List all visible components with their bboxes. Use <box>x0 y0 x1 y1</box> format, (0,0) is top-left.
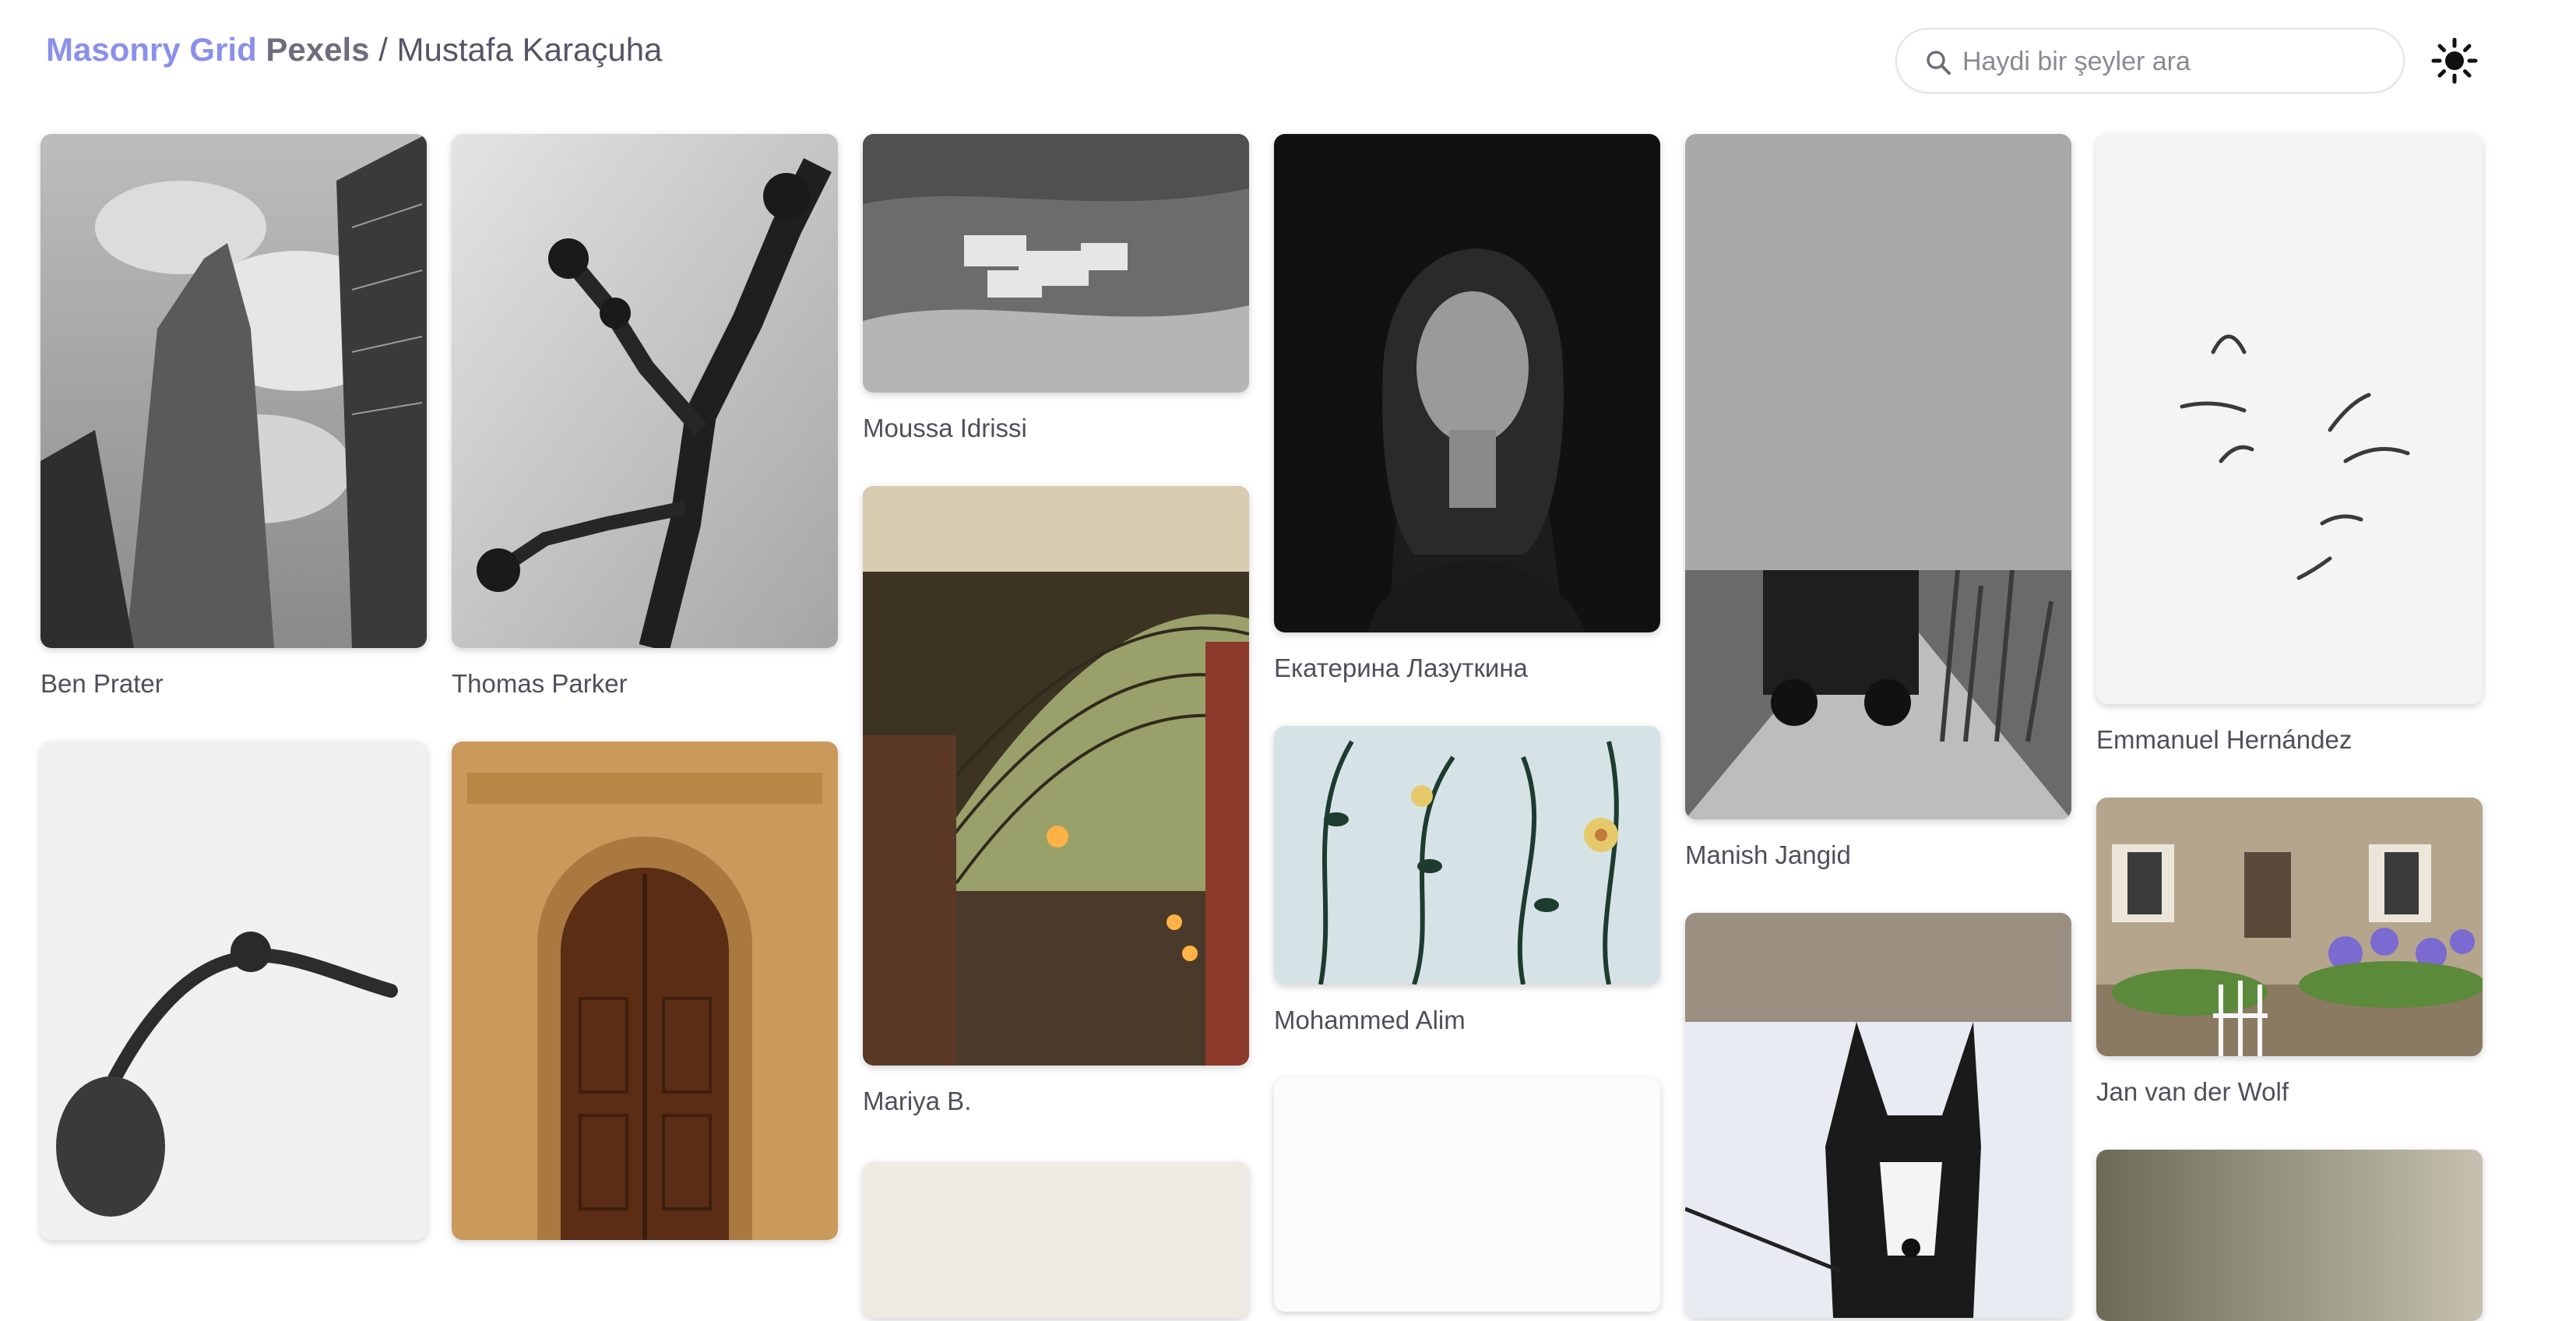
photo-partial[interactable] <box>2096 1150 2483 1321</box>
photo-seagulls[interactable] <box>2096 134 2483 704</box>
brand-highlight: Masonry Grid <box>46 31 257 68</box>
sun-icon[interactable] <box>2431 37 2478 84</box>
photo-desert-village[interactable] <box>863 134 1249 393</box>
page-title: Masonry Grid Pexels / Mustafa Karaçuha <box>46 28 662 72</box>
search-icon <box>1927 51 1951 75</box>
app-header: Masonry Grid Pexels / Mustafa Karaçuha <box>0 0 2576 117</box>
search-box[interactable] <box>1895 28 2405 93</box>
photographer-name: Manish Jangid <box>1685 840 1851 869</box>
photo-floral-tile[interactable] <box>1274 726 1660 985</box>
photographer-name: Ben Prater <box>40 669 164 698</box>
photographer-name: Екатерина Лазуткина <box>1274 653 1528 682</box>
photographer-name: Thomas Parker <box>452 669 628 698</box>
photo-skyscrapers[interactable] <box>40 134 427 648</box>
photo-arched-door[interactable] <box>452 742 838 1240</box>
photo-joshua-tree[interactable] <box>452 134 838 648</box>
author-name: Mustafa Karaçuha <box>396 31 663 68</box>
photo-market-arcade[interactable] <box>863 486 1249 1066</box>
title-separator: / <box>378 31 388 68</box>
photo-jeep[interactable] <box>1685 134 2071 819</box>
photo-partial[interactable] <box>863 1162 1249 1318</box>
photographer-name: Moussa Idrissi <box>863 414 1027 442</box>
photo-portrait-woman[interactable] <box>1274 134 1660 632</box>
photo-stone-house[interactable] <box>2096 798 2483 1056</box>
photographer-name: Mariya B. <box>863 1087 972 1115</box>
photo-partial[interactable] <box>1274 1078 1660 1312</box>
search-input[interactable] <box>1961 42 2384 81</box>
photo-dog-snow[interactable] <box>1685 913 2071 1318</box>
photographer-name: Mohammed Alim <box>1274 1006 1466 1034</box>
brand-source: Pexels <box>266 31 370 68</box>
photo-dancer[interactable] <box>40 742 427 1240</box>
photographer-name: Jan van der Wolf <box>2096 1077 2289 1106</box>
photographer-name: Emmanuel Hernández <box>2096 725 2353 754</box>
